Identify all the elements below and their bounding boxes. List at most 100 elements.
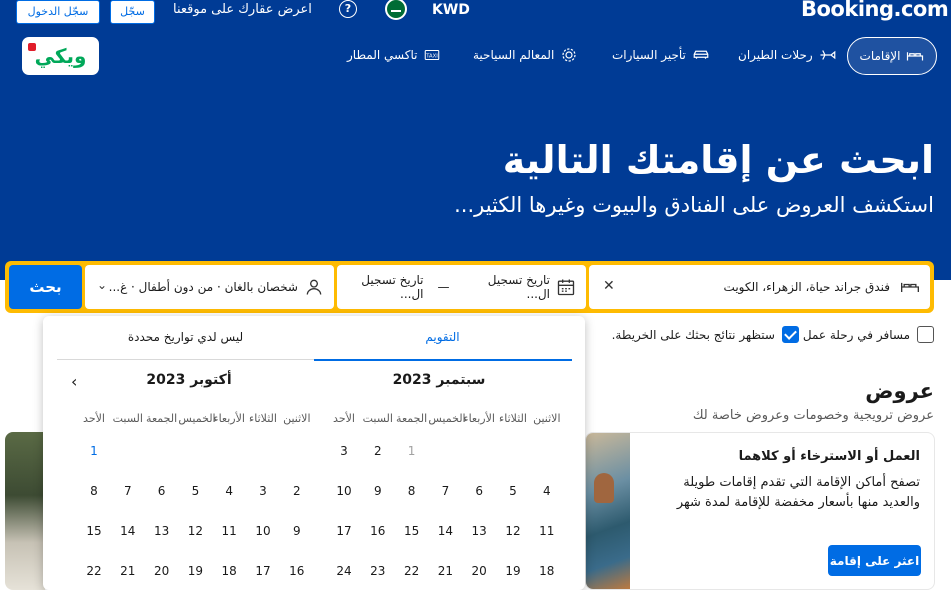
calendar-day[interactable]: 11 xyxy=(530,524,564,538)
calendar-day[interactable]: 22 xyxy=(77,564,111,578)
calendar-day[interactable]: 15 xyxy=(395,524,429,538)
bed-icon xyxy=(907,52,924,61)
help-icon[interactable]: ? xyxy=(339,0,357,18)
calendar-day[interactable]: 8 xyxy=(395,484,429,498)
calendar-day[interactable]: 5 xyxy=(496,484,530,498)
calendar-day[interactable]: 8 xyxy=(77,484,111,498)
calendar-day[interactable]: 13 xyxy=(462,524,496,538)
calendar-day[interactable]: 9 xyxy=(280,524,314,538)
calendar-day[interactable]: 19 xyxy=(496,564,530,578)
business-trip-checkbox[interactable] xyxy=(917,326,934,343)
list-property-link[interactable]: اعرض عقارك على موقعنا xyxy=(173,2,312,17)
map-results-checkbox[interactable] xyxy=(782,326,799,343)
business-trip-option[interactable]: مسافر في رحلة عمل xyxy=(803,326,934,343)
calendar-day[interactable]: 23 xyxy=(361,564,395,578)
calendar-day[interactable]: 12 xyxy=(178,524,212,538)
tab-calendar[interactable]: التقويم xyxy=(314,330,571,344)
calendar-day[interactable]: 2 xyxy=(280,484,314,498)
nav-stays[interactable]: الإقامات xyxy=(847,37,937,75)
calendar-day[interactable]: 19 xyxy=(178,564,212,578)
calendar-day[interactable]: 6 xyxy=(462,484,496,498)
taxi-icon: TAXI xyxy=(425,49,440,61)
bed-icon xyxy=(901,282,919,292)
offer-card[interactable]: العمل أو الاسترخاء أو كلاهما تصفح أماكن … xyxy=(585,432,935,590)
sign-in-button[interactable]: سجّل الدخول xyxy=(16,0,100,24)
calendar-day[interactable]: 16 xyxy=(280,564,314,578)
currency-selector[interactable]: KWD xyxy=(432,2,470,18)
destination-field[interactable]: فندق جراند حياة، الزهراء، الكويت ✕ xyxy=(589,265,930,309)
calendar-day[interactable]: 21 xyxy=(111,564,145,578)
calendar-day[interactable]: 6 xyxy=(145,484,179,498)
nav-stays-label: الإقامات xyxy=(859,49,901,63)
calendar-day[interactable]: 10 xyxy=(246,524,280,538)
calendar-day[interactable]: 7 xyxy=(111,484,145,498)
partner-logo[interactable]: ويكي xyxy=(22,37,99,75)
nav-attractions-label: المعالم السياحية xyxy=(473,48,555,62)
calendar-day[interactable]: 1 xyxy=(77,444,111,458)
calendar-day[interactable]: 17 xyxy=(327,524,361,538)
calendar-day[interactable]: 17 xyxy=(246,564,280,578)
calendar-day[interactable]: 16 xyxy=(361,524,395,538)
offer-image xyxy=(586,433,630,589)
calendar-day[interactable]: 22 xyxy=(395,564,429,578)
brand-logo[interactable]: Booking.com xyxy=(801,0,949,21)
calendar-day[interactable]: 9 xyxy=(361,484,395,498)
weekday-label: الثلاثاء xyxy=(249,412,277,425)
calendar-day[interactable]: 3 xyxy=(246,484,280,498)
tab-flexible-dates[interactable]: ليس لدي تواريخ محددة xyxy=(57,330,314,344)
guests-field[interactable]: شخصان بالغان · من دون أطفال · غ... ⌄ xyxy=(85,265,334,309)
offers-title: عروض xyxy=(865,379,934,403)
calendar-day[interactable]: 11 xyxy=(212,524,246,538)
offer-image-secondary[interactable] xyxy=(5,432,45,590)
clear-icon[interactable]: ✕ xyxy=(603,278,615,294)
weekday-label: الخميس xyxy=(428,412,466,425)
dates-field[interactable]: تاريخ تسجيل ال... — تاريخ تسجيل ال... xyxy=(337,265,586,309)
nav-airport-taxis[interactable]: TAXI تاكسي المطار xyxy=(347,44,441,66)
weekday-label: الأحد xyxy=(83,412,105,425)
calendar-day[interactable]: 10 xyxy=(327,484,361,498)
calendar-day[interactable]: 5 xyxy=(178,484,212,498)
calendar-day[interactable]: 14 xyxy=(111,524,145,538)
calendar-day[interactable]: 15 xyxy=(77,524,111,538)
nav-car-rentals-label: تأجير السيارات xyxy=(612,48,686,62)
calendar-day[interactable]: 2 xyxy=(361,444,395,458)
find-stay-button[interactable]: اعثر على إقامة xyxy=(828,545,921,576)
svg-text:TAXI: TAXI xyxy=(426,53,439,59)
calendar-day[interactable]: 1 xyxy=(395,444,429,458)
calendar-day[interactable]: 21 xyxy=(428,564,462,578)
hero-title: ابحث عن إقامتك التالية xyxy=(502,138,934,182)
weekday-label: الجمعة xyxy=(146,412,178,425)
map-results-option[interactable]: ستظهر نتائج بحثك على الخريطة. xyxy=(612,326,799,343)
search-button[interactable]: بحث xyxy=(9,265,82,309)
register-button[interactable]: سجّل xyxy=(110,0,155,24)
next-month-icon[interactable]: ‹ xyxy=(71,372,77,391)
calendar-day[interactable]: 3 xyxy=(327,444,361,458)
weekday-label: الاثنين xyxy=(533,412,561,425)
calendar-day[interactable]: 14 xyxy=(428,524,462,538)
weekday-label: الاثنين xyxy=(283,412,311,425)
calendar-day[interactable]: 24 xyxy=(327,564,361,578)
calendar-day[interactable]: 7 xyxy=(428,484,462,498)
active-tab-indicator xyxy=(314,359,572,361)
calendar-day[interactable]: 20 xyxy=(145,564,179,578)
calendar-day[interactable]: 18 xyxy=(530,564,564,578)
month-title-september: سبتمبر 2023 xyxy=(392,372,486,388)
calendar-day[interactable]: 12 xyxy=(496,524,530,538)
attractions-icon xyxy=(562,48,576,62)
nav-flights[interactable]: رحلات الطيران xyxy=(738,44,837,66)
calendar-day[interactable]: 4 xyxy=(212,484,246,498)
offer-card-text: تصفح أماكن الإقامة التي تقدم إقامات طويل… xyxy=(676,475,920,510)
destination-value: فندق جراند حياة، الزهراء، الكويت xyxy=(723,280,890,294)
airplane-icon xyxy=(820,50,836,60)
calendar-day[interactable]: 18 xyxy=(212,564,246,578)
nav-car-rentals[interactable]: تأجير السيارات xyxy=(612,44,710,66)
partner-logo-text: ويكي xyxy=(34,44,87,68)
calendar-day[interactable]: 4 xyxy=(530,484,564,498)
calendar-day[interactable]: 13 xyxy=(145,524,179,538)
nav-attractions[interactable]: المعالم السياحية xyxy=(473,44,578,66)
calendar-day[interactable]: 20 xyxy=(462,564,496,578)
map-results-label: ستظهر نتائج بحثك على الخريطة. xyxy=(611,327,775,342)
partner-logo-mark xyxy=(28,43,36,51)
check-in-value: تاريخ تسجيل ال... xyxy=(487,273,550,301)
calendar-popup: التقويم ليس لدي تواريخ محددة سبتمبر 2023… xyxy=(43,316,585,590)
